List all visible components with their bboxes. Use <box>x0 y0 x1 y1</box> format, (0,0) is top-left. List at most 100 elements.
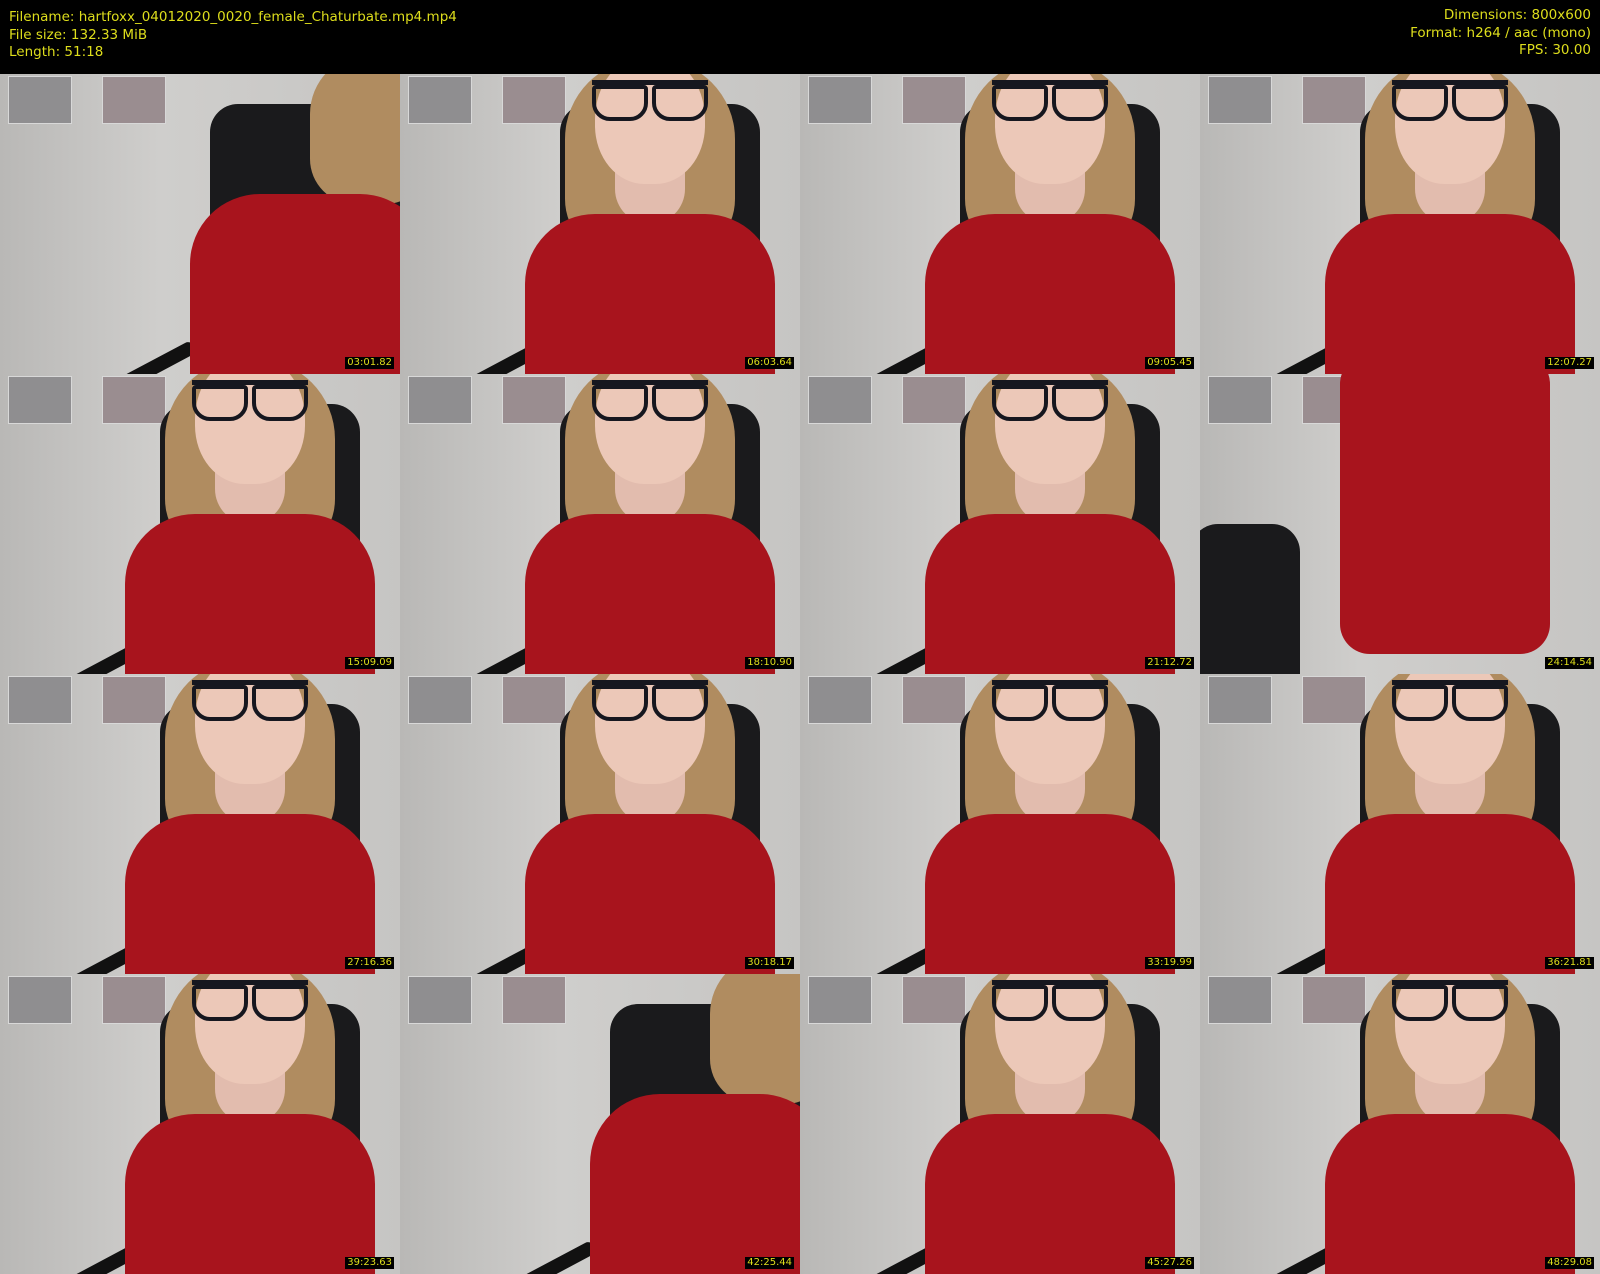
hair <box>310 74 400 204</box>
timestamp: 15:09.09 <box>345 657 394 669</box>
video-thumbnail[interactable]: 15:09.09 <box>0 374 400 674</box>
wall-poster <box>502 76 566 124</box>
glasses-icon <box>992 80 1108 121</box>
wall-poster <box>808 76 872 124</box>
timestamp: 03:01.82 <box>345 357 394 369</box>
timestamp: 24:14.54 <box>1545 657 1594 669</box>
file-info-right: Dimensions: 800x600 Format: h264 / aac (… <box>1410 7 1591 60</box>
glasses-icon <box>192 980 308 1021</box>
video-thumbnail[interactable]: 12:07.27 <box>1200 74 1600 374</box>
red-shirt <box>925 214 1175 374</box>
wall-poster <box>408 976 472 1024</box>
video-thumbnail[interactable]: 09:05.45 <box>800 74 1200 374</box>
video-thumbnail[interactable]: 06:03.64 <box>400 74 800 374</box>
thumbnail-grid: 03:01.82 06:03.64 09:05.45 12:07.27 15:09.09… <box>0 74 1600 1274</box>
timestamp: 48:29.08 <box>1545 1257 1594 1269</box>
wall-poster <box>8 376 72 424</box>
timestamp: 42:25.44 <box>745 1257 794 1269</box>
timestamp: 45:27.26 <box>1145 1257 1194 1269</box>
glasses-icon <box>992 380 1108 421</box>
wall-poster <box>8 976 72 1024</box>
wall-poster <box>1302 76 1366 124</box>
timestamp: 12:07.27 <box>1545 357 1594 369</box>
glasses-icon <box>592 80 708 121</box>
video-thumbnail[interactable]: 03:01.82 <box>0 74 400 374</box>
red-shirt <box>125 514 375 674</box>
red-shirt <box>190 194 400 374</box>
video-thumbnail[interactable]: 24:14.54 <box>1200 374 1600 674</box>
red-shirt <box>525 214 775 374</box>
red-shirt <box>925 1114 1175 1274</box>
red-shirt <box>1325 214 1575 374</box>
video-thumbnail[interactable]: 45:27.26 <box>800 974 1200 1274</box>
wall-poster <box>808 976 872 1024</box>
glasses-icon <box>992 680 1108 721</box>
wall-poster <box>408 76 472 124</box>
wall-poster <box>902 676 966 724</box>
red-shirt <box>125 814 375 974</box>
wall-poster <box>1302 676 1366 724</box>
wall-poster <box>1208 676 1272 724</box>
file-info-left: Filename: hartfoxx_04012020_0020_female_… <box>9 9 457 62</box>
timestamp: 36:21.81 <box>1545 957 1594 969</box>
wall-poster <box>408 376 472 424</box>
timestamp: 21:12.72 <box>1145 657 1194 669</box>
timestamp: 09:05.45 <box>1145 357 1194 369</box>
wall-poster <box>8 676 72 724</box>
video-thumbnail[interactable]: 21:12.72 <box>800 374 1200 674</box>
timestamp: 30:18.17 <box>745 957 794 969</box>
wall-poster <box>808 376 872 424</box>
video-thumbnail[interactable]: 42:25.44 <box>400 974 800 1274</box>
red-shirt <box>925 814 1175 974</box>
wall-poster <box>102 676 166 724</box>
format: Format: h264 / aac (mono) <box>1410 24 1591 41</box>
hair <box>710 974 800 1104</box>
timestamp: 27:16.36 <box>345 957 394 969</box>
wall-poster <box>1302 976 1366 1024</box>
glasses-icon <box>1392 80 1508 121</box>
wall-poster <box>408 676 472 724</box>
video-thumbnail[interactable]: 48:29.08 <box>1200 974 1600 1274</box>
filename: Filename: hartfoxx_04012020_0020_female_… <box>9 9 457 25</box>
length: Length: 51:18 <box>9 44 104 60</box>
red-shirt <box>590 1094 800 1274</box>
info-header: Filename: hartfoxx_04012020_0020_female_… <box>0 0 1600 74</box>
red-shirt <box>925 514 1175 674</box>
wall-poster <box>502 376 566 424</box>
wall-poster <box>808 676 872 724</box>
wall-poster <box>102 376 166 424</box>
timestamp: 06:03.64 <box>745 357 794 369</box>
video-thumbnail[interactable]: 39:23.63 <box>0 974 400 1274</box>
video-thumbnail[interactable]: 36:21.81 <box>1200 674 1600 974</box>
video-thumbnail[interactable]: 30:18.17 <box>400 674 800 974</box>
glasses-icon <box>192 380 308 421</box>
glasses-icon <box>1392 980 1508 1021</box>
fps: FPS: 30.00 <box>1519 42 1591 58</box>
video-thumbnail[interactable]: 33:19.99 <box>800 674 1200 974</box>
office-chair <box>1200 524 1300 674</box>
wall-poster <box>102 976 166 1024</box>
red-shirt <box>125 1114 375 1274</box>
wall-poster <box>102 76 166 124</box>
glasses-icon <box>592 680 708 721</box>
wall-poster <box>502 676 566 724</box>
red-shirt <box>525 514 775 674</box>
red-shirt <box>1325 1114 1575 1274</box>
file-size: File size: 132.33 MiB <box>9 26 148 43</box>
dimensions: Dimensions: 800x600 <box>1443 7 1591 23</box>
video-thumbnail[interactable]: 18:10.90 <box>400 374 800 674</box>
red-shirt <box>1325 814 1575 974</box>
timestamp: 39:23.63 <box>345 1257 394 1269</box>
wall-poster <box>902 976 966 1024</box>
timestamp: 33:19.99 <box>1145 957 1194 969</box>
red-shirt <box>1340 374 1550 654</box>
wall-poster <box>902 76 966 124</box>
wall-poster <box>1208 76 1272 124</box>
red-shirt <box>525 814 775 974</box>
wall-poster <box>902 376 966 424</box>
video-thumbnail[interactable]: 27:16.36 <box>0 674 400 974</box>
wall-poster <box>8 76 72 124</box>
wall-poster <box>1208 376 1272 424</box>
glasses-icon <box>592 380 708 421</box>
glasses-icon <box>192 680 308 721</box>
